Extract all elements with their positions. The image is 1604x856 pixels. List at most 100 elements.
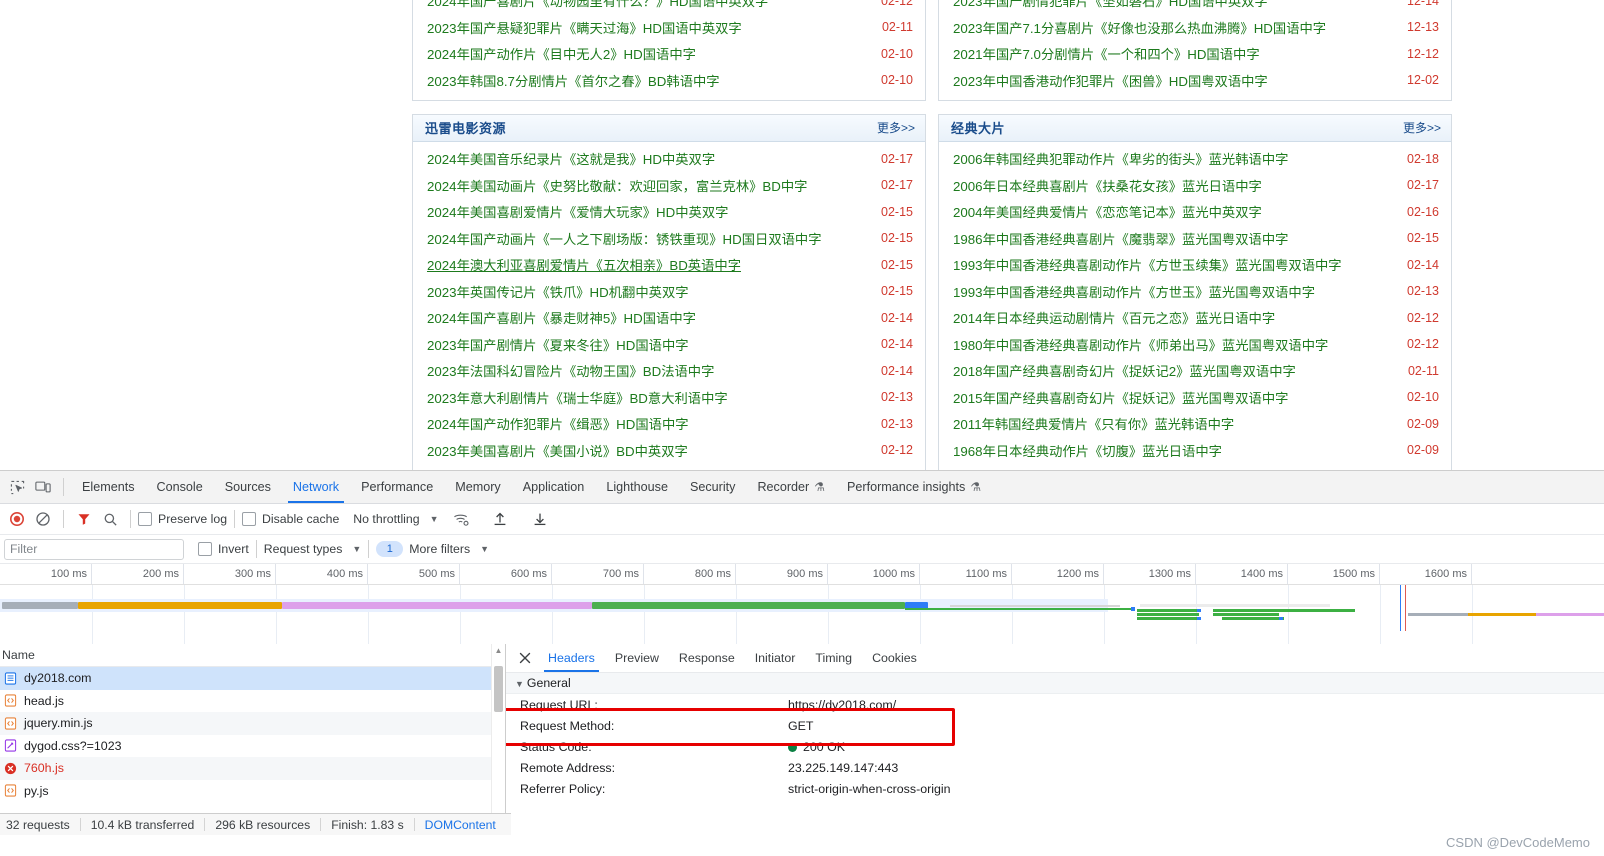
list-item[interactable]: 2024年国产喜剧片《暴走财神5》HD国语中字 02-14	[413, 305, 925, 332]
list-item[interactable]: 2024年美国音乐纪录片《这就是我》HD中英双字 02-17	[413, 146, 925, 173]
request-types-dropdown[interactable]: Request types	[264, 542, 343, 556]
device-toolbar-icon[interactable]	[30, 474, 56, 500]
scroll-up-arrow[interactable]: ▲	[492, 644, 505, 657]
tab-elements[interactable]: Elements	[71, 471, 146, 503]
movie-title[interactable]: 2021年国产7.0分剧情片《一个和四个》HD国语中字	[953, 44, 1260, 63]
list-item[interactable]: 2023年国产剧情犯罪片《坚如磐石》HD国语中英双字 12-14	[939, 0, 1451, 14]
movie-title[interactable]: 2024年国产动作片《目中无人2》HD国语中字	[427, 44, 696, 63]
list-item[interactable]: 2024年美国喜剧爱情片《爱情大玩家》HD中英双字 02-15	[413, 199, 925, 226]
more-filters-dropdown[interactable]: More filters	[409, 542, 470, 556]
list-item[interactable]: 2023年英国传记片《铁爪》HD机翻中英双字 02-15	[413, 278, 925, 305]
preserve-log-label[interactable]: Preserve log	[158, 512, 227, 526]
list-item[interactable]: 2024年澳大利亚喜剧爱情片《五次相亲》BD英语中字 02-15	[413, 252, 925, 279]
list-item[interactable]: 1993年中国香港经典喜剧动作片《方世玉》蓝光国粤双语中字 02-13	[939, 278, 1451, 305]
list-item[interactable]: 1986年中国香港经典喜剧片《魔翡翠》蓝光国粤双语中字 02-15	[939, 225, 1451, 252]
column-header-name[interactable]: Name	[0, 644, 505, 667]
list-item[interactable]: 2023年中国香港动作犯罪片《困兽》HD国粤双语中字 12-02	[939, 67, 1451, 94]
tab-application[interactable]: Application	[512, 471, 596, 503]
table-row[interactable]: dy2018.com	[0, 667, 505, 690]
throttling-select[interactable]: No throttling	[353, 512, 419, 526]
movie-title[interactable]: 2006年日本经典喜剧片《扶桑花女孩》蓝光日语中字	[953, 176, 1262, 195]
movie-title[interactable]: 2024年美国喜剧爱情片《爱情大玩家》HD中英双字	[427, 202, 728, 221]
preserve-log-checkbox[interactable]	[138, 512, 152, 526]
invert-label[interactable]: Invert	[218, 542, 249, 556]
filter-icon[interactable]	[71, 506, 97, 532]
list-item[interactable]: 2024年国产动作片《目中无人2》HD国语中字 02-10	[413, 41, 925, 68]
chevron-down-icon[interactable]: ▼	[352, 544, 361, 554]
movie-title[interactable]: 2023年美国喜剧片《美国小说》BD中英双字	[427, 441, 688, 460]
list-item[interactable]: 2023年法国科幻冒险片《动物王国》BD法语中字 02-14	[413, 358, 925, 385]
list-item[interactable]: 1980年中国香港经典喜剧动作片《师弟出马》蓝光国粤双语中字 02-12	[939, 331, 1451, 358]
tab-recorder[interactable]: Recorder ⚗	[746, 471, 836, 503]
list-item[interactable]: 2023年意大利剧情片《瑞士华庭》BD意大利语中字 02-13	[413, 384, 925, 411]
list-item[interactable]: 2023年国产悬疑犯罪片《瞒天过海》HD国语中英双字 02-11	[413, 14, 925, 41]
movie-title[interactable]: 2023年法国科幻冒险片《动物王国》BD法语中字	[427, 361, 714, 380]
field-value[interactable]: https://dy2018.com/	[788, 698, 896, 712]
tab-sources[interactable]: Sources	[214, 471, 282, 503]
list-item[interactable]: 1968年日本经典动作片《切腹》蓝光日语中字 02-09	[939, 437, 1451, 464]
inspect-element-icon[interactable]	[4, 474, 30, 500]
movie-title[interactable]: 2023年中国香港动作犯罪片《困兽》HD国粤双语中字	[953, 71, 1268, 90]
table-row[interactable]: head.js	[0, 690, 505, 713]
list-item[interactable]: 2006年日本经典喜剧片《扶桑花女孩》蓝光日语中字 02-17	[939, 172, 1451, 199]
tab-security[interactable]: Security	[679, 471, 747, 503]
network-conditions-icon[interactable]	[449, 506, 475, 532]
movie-title[interactable]: 2023年国产剧情犯罪片《坚如磐石》HD国语中英双字	[953, 0, 1268, 10]
list-item[interactable]: 2015年国产经典喜剧奇幻片《捉妖记》蓝光国粤双语中字 02-10	[939, 384, 1451, 411]
network-timeline-overview[interactable]	[0, 585, 1604, 646]
record-button[interactable]	[4, 506, 30, 532]
movie-title[interactable]: 2018年国产经典喜剧奇幻片《捉妖记2》蓝光国粤双语中字	[953, 361, 1296, 380]
detail-tab-response[interactable]: Response	[669, 644, 745, 672]
detail-tab-headers[interactable]: Headers	[538, 644, 605, 672]
list-item[interactable]: 2023年韩国8.7分剧情片《首尔之春》BD韩语中字 02-10	[413, 67, 925, 94]
list-item[interactable]: 1993年中国香港经典喜剧动作片《方世玉续集》蓝光国粤双语中字 02-14	[939, 252, 1451, 279]
movie-title[interactable]: 1993年中国香港经典喜剧动作片《方世玉续集》蓝光国粤双语中字	[953, 255, 1342, 274]
list-item[interactable]: 2024年国产喜剧片《动物园里有什么？》HD国语中英双字 02-12	[413, 0, 925, 14]
list-item[interactable]: 2024年美国动画片《史努比敬献：欢迎回家，富兰克林》BD中字 02-17	[413, 172, 925, 199]
tab-lighthouse[interactable]: Lighthouse	[595, 471, 679, 503]
list-item[interactable]: 2011年韩国经典爱情片《只有你》蓝光韩语中字 02-09	[939, 411, 1451, 438]
movie-title[interactable]: 2011年韩国经典爱情片《只有你》蓝光韩语中字	[953, 414, 1234, 433]
movie-title[interactable]: 1980年中国香港经典喜剧动作片《师弟出马》蓝光国粤双语中字	[953, 335, 1328, 354]
import-har-icon[interactable]	[487, 506, 513, 532]
scrollbar-thumb[interactable]	[494, 666, 503, 712]
list-item[interactable]: 2024年国产动作犯罪片《缉恶》HD国语中字 02-13	[413, 411, 925, 438]
request-list-scrollbar[interactable]: ▲ ▼	[491, 644, 505, 824]
filter-input[interactable]: Filter	[4, 538, 184, 560]
movie-title[interactable]: 2024年国产喜剧片《动物园里有什么？》HD国语中英双字	[427, 0, 768, 10]
clear-button[interactable]	[30, 506, 56, 532]
list-item[interactable]: 2024年国产动画片《一人之下剧场版：锈铁重现》HD国日双语中字 02-15	[413, 225, 925, 252]
list-item[interactable]: 2018年国产经典喜剧奇幻片《捉妖记2》蓝光国粤双语中字 02-11	[939, 358, 1451, 385]
movie-title[interactable]: 2024年国产喜剧片《暴走财神5》HD国语中字	[427, 308, 696, 327]
list-item[interactable]: 2004年美国经典爱情片《恋恋笔记本》蓝光中英双字 02-16	[939, 199, 1451, 226]
disable-cache-checkbox[interactable]	[242, 512, 257, 526]
table-row[interactable]: 760h.js	[0, 757, 505, 780]
movie-title[interactable]: 2023年意大利剧情片《瑞士华庭》BD意大利语中字	[427, 388, 728, 407]
movie-title[interactable]: 2023年英国传记片《铁爪》HD机翻中英双字	[427, 282, 689, 301]
invert-checkbox[interactable]	[198, 542, 212, 556]
list-item[interactable]: 2023年国产剧情片《夏来冬往》HD国语中字 02-14	[413, 331, 925, 358]
table-row[interactable]: jquery.min.js	[0, 712, 505, 735]
export-har-icon[interactable]	[527, 506, 553, 532]
movie-title[interactable]: 2023年国产7.1分喜剧片《好像也没那么热血沸腾》HD国语中字	[953, 18, 1326, 37]
chevron-down-icon[interactable]: ▼	[480, 544, 489, 554]
detail-tab-cookies[interactable]: Cookies	[862, 644, 927, 672]
movie-title[interactable]: 2024年澳大利亚喜剧爱情片《五次相亲》BD英语中字	[427, 255, 741, 274]
movie-title[interactable]: 2004年美国经典爱情片《恋恋笔记本》蓝光中英双字	[953, 202, 1262, 221]
tab-network[interactable]: Network	[282, 471, 350, 503]
list-item[interactable]: 2023年国产7.1分喜剧片《好像也没那么热血沸腾》HD国语中字 12-13	[939, 14, 1451, 41]
movie-title[interactable]: 2023年韩国8.7分剧情片《首尔之春》BD韩语中字	[427, 71, 720, 90]
tab-memory[interactable]: Memory	[444, 471, 511, 503]
movie-title[interactable]: 2023年国产悬疑犯罪片《瞒天过海》HD国语中英双字	[427, 18, 742, 37]
more-link[interactable]: 更多>>	[1403, 119, 1441, 136]
movie-title[interactable]: 2015年国产经典喜剧奇幻片《捉妖记》蓝光国粤双语中字	[953, 388, 1288, 407]
movie-title[interactable]: 2024年国产动画片《一人之下剧场版：锈铁重现》HD国日双语中字	[427, 229, 822, 248]
list-item[interactable]: 2021年国产7.0分剧情片《一个和四个》HD国语中字 12-12	[939, 41, 1451, 68]
detail-tab-preview[interactable]: Preview	[605, 644, 669, 672]
list-item[interactable]: 2023年美国喜剧片《美国小说》BD中英双字 02-12	[413, 437, 925, 464]
tab-console[interactable]: Console	[146, 471, 214, 503]
table-row[interactable]: dygod.css?=1023	[0, 735, 505, 758]
movie-title[interactable]: 2024年美国音乐纪录片《这就是我》HD中英双字	[427, 149, 715, 168]
chevron-down-icon[interactable]: ▼	[515, 679, 524, 689]
table-row[interactable]: py.js	[0, 780, 505, 803]
